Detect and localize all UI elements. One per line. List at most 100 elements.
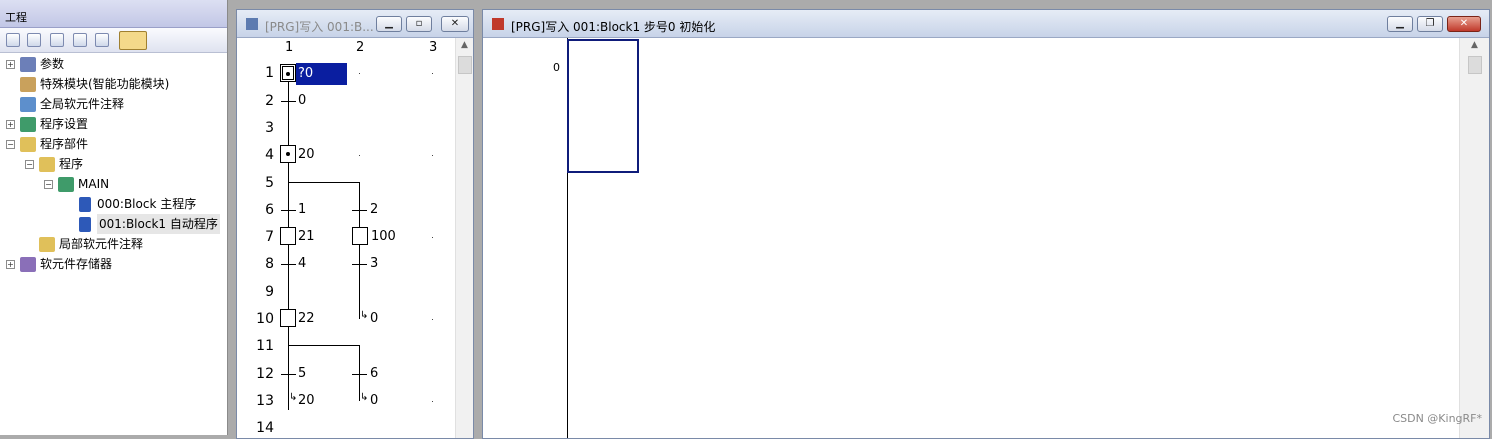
- grid-dot: [359, 73, 360, 74]
- jump-label[interactable]: 20: [298, 393, 315, 408]
- transition-label[interactable]: 5: [298, 366, 306, 381]
- splitter[interactable]: [228, 0, 233, 435]
- expand-icon[interactable]: +: [6, 120, 15, 129]
- ladder-vertical-scrollbar[interactable]: ▲: [1459, 38, 1489, 438]
- tree-item-program-parts[interactable]: 程序部件: [40, 134, 88, 154]
- block-icon: [79, 217, 91, 232]
- ladder-icon: [492, 18, 504, 30]
- copy-icon[interactable]: [27, 33, 41, 47]
- grid-dot: [359, 155, 360, 156]
- active-dot-icon: [286, 72, 290, 76]
- minimize-button[interactable]: ▁: [376, 16, 402, 32]
- sfc-vertical-scrollbar[interactable]: ▲: [455, 38, 473, 438]
- parameter-icon: [20, 57, 36, 72]
- transition-mark: [281, 210, 296, 211]
- project-toolbar: [0, 28, 227, 53]
- tree-item-device-memory[interactable]: 软元件存储器: [40, 254, 112, 274]
- project-panel-title: 工程: [0, 0, 227, 28]
- transition-label[interactable]: 6: [370, 366, 378, 381]
- collapse-icon[interactable]: −: [25, 160, 34, 169]
- column-header: 1: [285, 40, 293, 55]
- selected-step-label[interactable]: ?0: [296, 63, 347, 85]
- tree-item-main[interactable]: MAIN: [78, 174, 109, 194]
- transition-mark: [281, 374, 296, 375]
- sfc-window: [PRG]写入 001:B... ▁ ▫ ✕ 1 2 3 1 2 3 4 5 6…: [236, 9, 474, 439]
- sfc-branch-line: [288, 345, 359, 346]
- active-dot-icon: [286, 152, 290, 156]
- step-box[interactable]: [280, 145, 296, 163]
- transition-mark: [281, 264, 296, 265]
- document-icon: [246, 18, 258, 30]
- sfc-branch-line: [288, 182, 359, 183]
- scroll-up-icon[interactable]: ▲: [456, 40, 473, 50]
- program-setting-icon: [20, 117, 36, 132]
- transition-label[interactable]: 4: [298, 256, 306, 271]
- transition-label[interactable]: 0: [298, 93, 306, 108]
- refresh-icon[interactable]: [95, 33, 109, 47]
- expand-icon[interactable]: +: [6, 260, 15, 269]
- close-button[interactable]: ✕: [441, 16, 469, 32]
- jump-label[interactable]: 0: [370, 393, 378, 408]
- scroll-thumb[interactable]: [1468, 56, 1482, 74]
- tree-item-block1-selected[interactable]: 001:Block1 自动程序: [97, 214, 220, 234]
- maximize-button[interactable]: ▫: [406, 16, 432, 32]
- jump-arrow-icon: ↳: [360, 392, 368, 403]
- scroll-thumb[interactable]: [458, 56, 472, 74]
- row-number: 7: [254, 229, 274, 245]
- paste-icon[interactable]: [50, 33, 64, 47]
- project-panel: 工程 + 参数 特殊模块(智能功能模块) 全局软元件注释 + 程序设置 − 程序…: [0, 0, 228, 435]
- folder-icon: [39, 157, 55, 172]
- step-box[interactable]: [280, 309, 296, 327]
- sfc-branch-line: [359, 182, 360, 319]
- tree-item-params[interactable]: 参数: [40, 54, 64, 74]
- tree-item-block0[interactable]: 000:Block 主程序: [97, 194, 196, 214]
- ladder-window: [PRG]写入 001:Block1 步号0 初始化 ▁ ❐ ✕ 0 ▲: [482, 9, 1490, 439]
- jump-arrow-icon: ↳: [360, 310, 368, 321]
- row-number: 12: [254, 366, 274, 382]
- scroll-up-icon[interactable]: ▲: [1460, 40, 1489, 50]
- transition-label[interactable]: 2: [370, 202, 378, 217]
- step-box[interactable]: [280, 227, 296, 245]
- view-mode-dropdown-icon[interactable]: [119, 31, 147, 50]
- restore-button[interactable]: ❐: [1417, 16, 1443, 32]
- collapse-icon[interactable]: −: [6, 140, 15, 149]
- sfc-canvas[interactable]: 1 2 3 1 2 3 4 5 6 7 8 9 10 11 12 13 14 ?…: [237, 38, 457, 438]
- ladder-title-bar: [PRG]写入 001:Block1 步号0 初始化 ▁ ❐ ✕: [483, 10, 1489, 38]
- step-number: 0: [553, 61, 560, 74]
- step-box[interactable]: [352, 227, 368, 245]
- module-icon: [20, 77, 36, 92]
- row-number: 4: [254, 147, 274, 163]
- folder-icon: [20, 137, 36, 152]
- memory-icon: [20, 257, 36, 272]
- tree-item-local-comment[interactable]: 局部软元件注释: [59, 234, 143, 254]
- comment-icon: [20, 97, 36, 112]
- step-label[interactable]: 22: [298, 311, 315, 326]
- transition-label[interactable]: 3: [370, 256, 378, 271]
- ladder-canvas[interactable]: 0: [483, 38, 1459, 438]
- step-label[interactable]: 20: [298, 147, 315, 162]
- tree-item-program-setting[interactable]: 程序设置: [40, 114, 88, 134]
- close-button[interactable]: ✕: [1447, 16, 1481, 32]
- minimize-button[interactable]: ▁: [1387, 16, 1413, 32]
- expand-icon[interactable]: +: [6, 60, 15, 69]
- new-item-icon[interactable]: [6, 33, 20, 47]
- tree-item-global-comment[interactable]: 全局软元件注释: [40, 94, 124, 114]
- collapse-icon[interactable]: −: [44, 180, 53, 189]
- ladder-cursor[interactable]: [567, 39, 639, 173]
- grid-dot: [432, 73, 433, 74]
- step-label[interactable]: 21: [298, 229, 315, 244]
- property-icon[interactable]: [73, 33, 87, 47]
- row-number: 8: [254, 256, 274, 272]
- grid-dot: [432, 401, 433, 402]
- restore-icon: ❐: [1418, 18, 1442, 30]
- tree-item-special-module[interactable]: 特殊模块(智能功能模块): [40, 74, 169, 94]
- step-label[interactable]: 100: [371, 229, 396, 244]
- row-number: 6: [254, 202, 274, 218]
- jump-label[interactable]: 0: [370, 311, 378, 326]
- transition-label[interactable]: 1: [298, 202, 306, 217]
- row-number: 13: [254, 393, 274, 409]
- close-icon: ✕: [442, 18, 468, 30]
- row-number: 1: [254, 65, 274, 81]
- tree-item-program[interactable]: 程序: [59, 154, 83, 174]
- initial-step-box[interactable]: [280, 64, 296, 82]
